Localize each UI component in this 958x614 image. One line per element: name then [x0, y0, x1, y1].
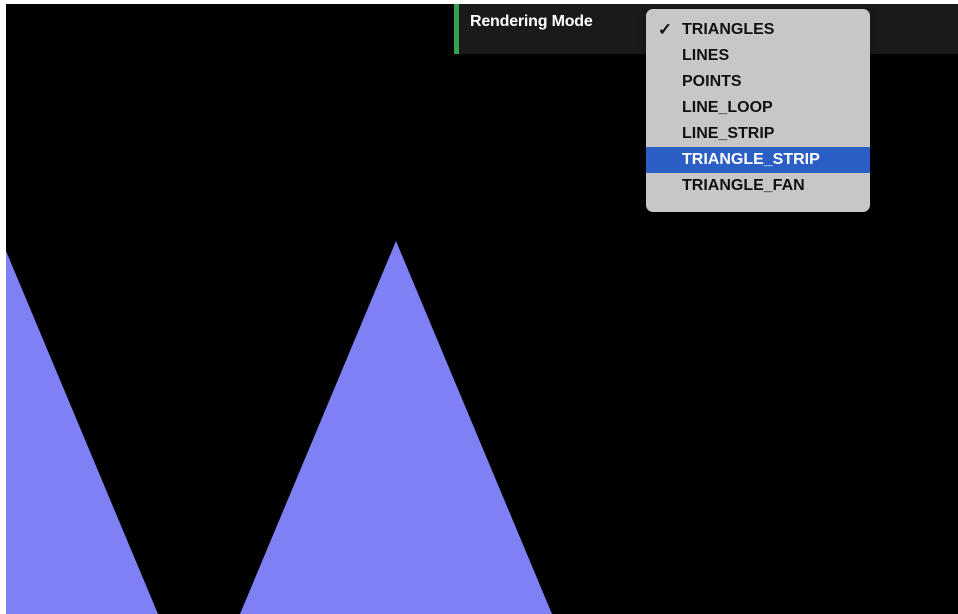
option-line-strip[interactable]: LINE_STRIP — [646, 121, 870, 147]
controller-accent-bar — [454, 4, 459, 54]
option-points[interactable]: POINTS — [646, 69, 870, 95]
option-label: TRIANGLE_FAN — [682, 177, 805, 194]
rendering-mode-options: ✓ TRIANGLES LINES POINTS LINE_LOOP LINE_… — [646, 9, 870, 199]
option-line-loop[interactable]: LINE_LOOP — [646, 95, 870, 121]
option-triangles[interactable]: ✓ TRIANGLES — [646, 17, 870, 43]
option-triangle-strip[interactable]: TRIANGLE_STRIP — [646, 147, 870, 173]
option-label: LINE_LOOP — [682, 99, 773, 116]
option-label: LINES — [682, 47, 730, 64]
option-label: TRIANGLES — [682, 21, 775, 38]
option-label: TRIANGLE_STRIP — [682, 151, 820, 168]
rendering-mode-label: Rendering Mode — [470, 13, 593, 30]
center-triangle — [240, 241, 552, 614]
left-triangle — [6, 251, 158, 614]
option-label: POINTS — [682, 73, 742, 90]
option-triangle-fan[interactable]: TRIANGLE_FAN — [646, 173, 870, 199]
option-label: LINE_STRIP — [682, 125, 775, 142]
rendering-mode-dropdown[interactable]: ✓ TRIANGLES LINES POINTS LINE_LOOP LINE_… — [646, 9, 870, 212]
option-lines[interactable]: LINES — [646, 43, 870, 69]
checkmark-icon: ✓ — [657, 20, 673, 39]
